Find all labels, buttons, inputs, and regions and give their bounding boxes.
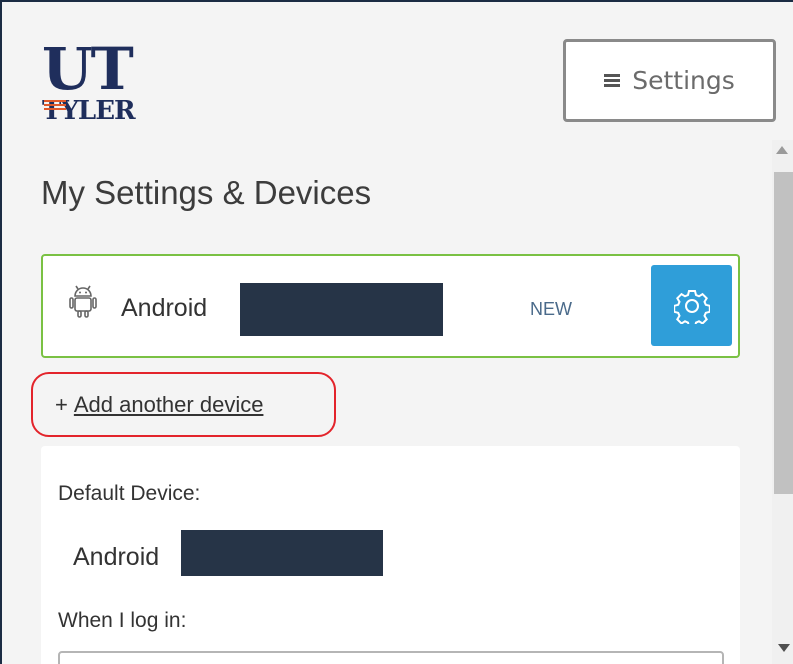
redacted-phone-number bbox=[240, 283, 443, 336]
login-option-select[interactable] bbox=[58, 651, 724, 664]
logo-stripes bbox=[44, 100, 66, 110]
scroll-thumb[interactable] bbox=[774, 172, 793, 494]
device-card[interactable]: Android NEW bbox=[41, 254, 740, 358]
scroll-down-arrow-icon[interactable] bbox=[778, 644, 790, 652]
hamburger-menu-icon bbox=[604, 73, 621, 88]
add-device-label[interactable]: Add another device bbox=[74, 392, 264, 418]
status-badge: NEW bbox=[530, 299, 572, 319]
device-preferences-panel: Default Device: Android When I log in: bbox=[41, 446, 740, 664]
gear-icon bbox=[673, 289, 710, 324]
vertical-scrollbar[interactable] bbox=[772, 140, 793, 664]
default-device-label: Default Device: bbox=[58, 482, 201, 505]
ut-tyler-logo: UT TYLER bbox=[42, 35, 162, 137]
page-title: My Settings & Devices bbox=[41, 174, 372, 211]
login-option-label: When I log in: bbox=[58, 609, 187, 632]
default-device-value: Android bbox=[73, 543, 160, 571]
app-window: UT TYLER Settings My Settings & Devices bbox=[0, 0, 793, 664]
settings-button-label: Settings bbox=[632, 66, 735, 95]
device-name: Android bbox=[121, 294, 208, 322]
redacted-phone-number bbox=[181, 530, 383, 576]
plus-icon: + bbox=[55, 391, 68, 417]
add-another-device-link[interactable]: + Add another device bbox=[31, 372, 336, 437]
logo-ut-text: UT bbox=[42, 35, 134, 103]
device-settings-button[interactable] bbox=[651, 265, 732, 346]
scroll-up-arrow-icon[interactable] bbox=[776, 146, 788, 154]
android-icon bbox=[69, 285, 97, 318]
settings-menu-button[interactable]: Settings bbox=[563, 39, 776, 122]
